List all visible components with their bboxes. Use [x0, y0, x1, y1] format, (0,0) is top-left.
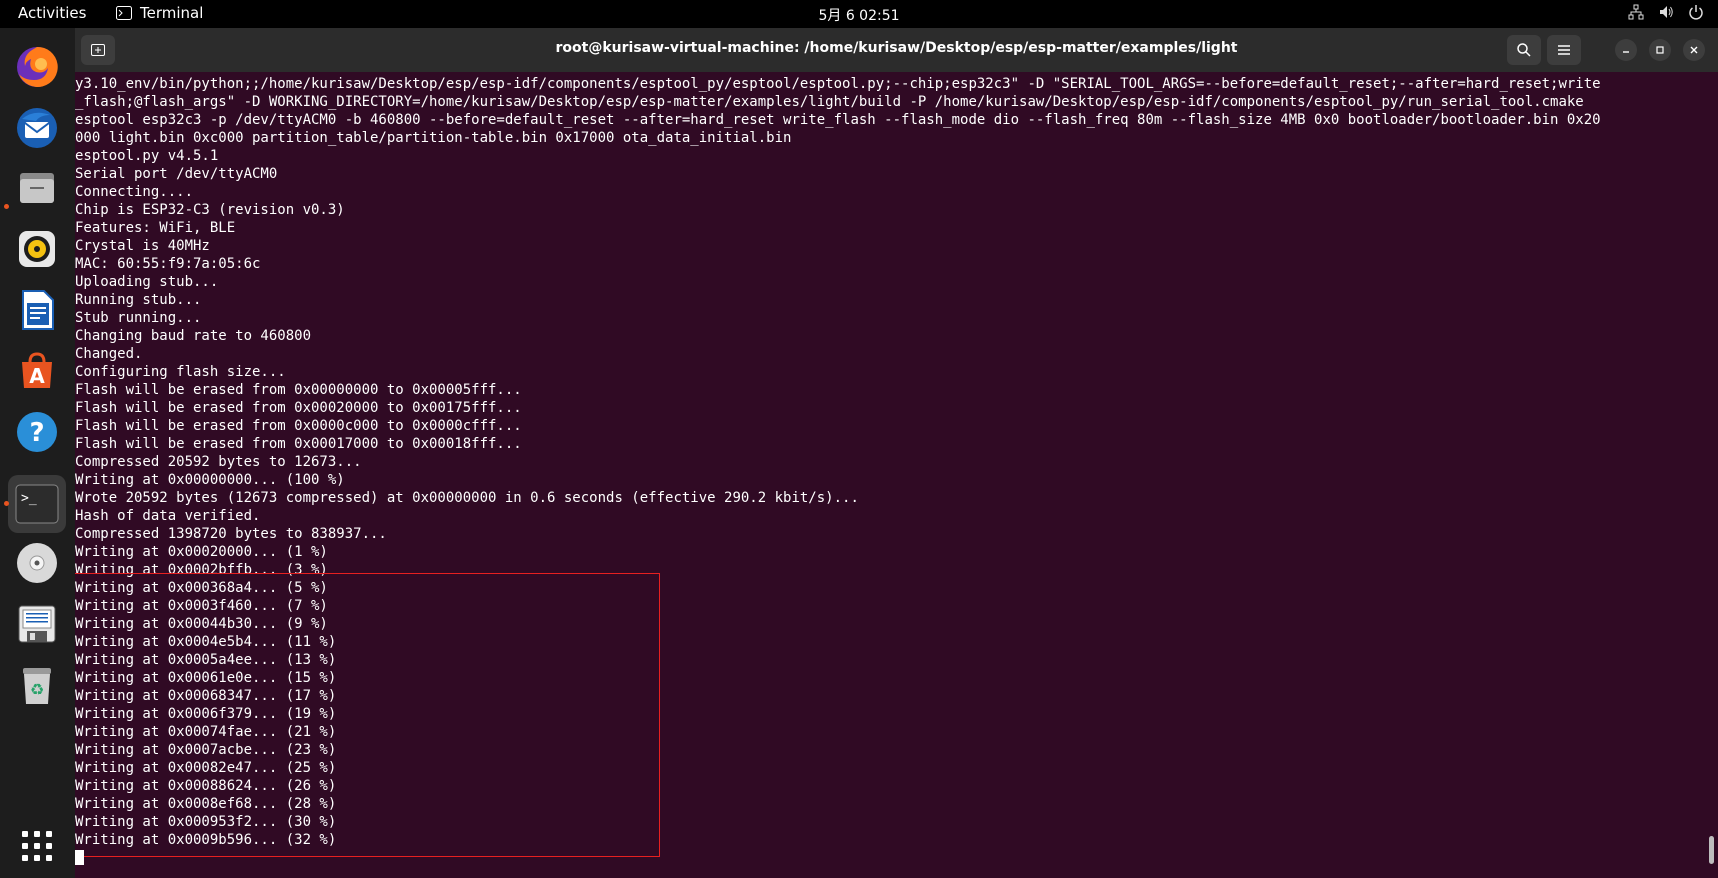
- terminal-line: Crystal is 40MHz: [75, 238, 210, 254]
- terminal-line: _flash;@flash_args" -D WORKING_DIRECTORY…: [75, 94, 1584, 110]
- floppy-icon[interactable]: [8, 595, 66, 653]
- minimize-icon: [1623, 51, 1629, 53]
- show-apps-icon[interactable]: [8, 817, 66, 875]
- terminal-line: Chip is ESP32-C3 (revision v0.3): [75, 202, 345, 218]
- top-bar: Activities Terminal 5月 6 02:51: [0, 0, 1718, 28]
- terminal-running-indicator: [4, 501, 9, 506]
- terminal-window: root@kurisaw-virtual-machine: /home/kuri…: [75, 28, 1718, 878]
- terminal-cursor: [75, 850, 84, 865]
- close-icon: [1690, 46, 1698, 54]
- terminal-line: esptool esp32c3 -p /dev/ttyACM0 -b 46080…: [75, 112, 1601, 128]
- hamburger-icon: [1558, 45, 1570, 55]
- clock[interactable]: 5月 6 02:51: [0, 5, 1718, 25]
- terminal-line: Uploading stub...: [75, 274, 219, 290]
- terminal-line: Writing at 0x00020000... (1 %): [75, 544, 328, 560]
- terminal-line: Stub running...: [75, 310, 202, 326]
- terminal-line: Wrote 20592 bytes (12673 compressed) at …: [75, 490, 859, 506]
- terminal-line: Running stub...: [75, 292, 202, 308]
- window-title: root@kurisaw-virtual-machine: /home/kuri…: [555, 40, 1238, 56]
- thunderbird-icon[interactable]: [8, 99, 66, 157]
- terminal-line: MAC: 60:55:f9:7a:05:6c: [75, 256, 261, 272]
- terminal-line: Configuring flash size...: [75, 364, 286, 380]
- terminal-line: Connecting....: [75, 184, 194, 200]
- svg-text:>_: >_: [21, 491, 37, 506]
- terminal-line: Flash will be erased from 0x0000c000 to …: [75, 418, 522, 434]
- rhythmbox-icon[interactable]: [8, 220, 66, 278]
- header-bar[interactable]: root@kurisaw-virtual-machine: /home/kuri…: [75, 28, 1718, 72]
- power-icon[interactable]: [1688, 4, 1704, 20]
- minimize-button[interactable]: [1615, 39, 1637, 61]
- writer-icon[interactable]: [8, 281, 66, 339]
- terminal-line: Flash will be erased from 0x00000000 to …: [75, 382, 522, 398]
- files-icon[interactable]: [8, 159, 66, 217]
- close-button[interactable]: [1683, 39, 1705, 61]
- terminal-line: 000 light.bin 0xc000 partition_table/par…: [75, 130, 792, 146]
- terminal-output[interactable]: y3.10_env/bin/python;;/home/kurisaw/Desk…: [75, 72, 1705, 878]
- terminal-line: esptool.py v4.5.1: [75, 148, 219, 164]
- files-running-indicator: [4, 204, 9, 209]
- system-tray[interactable]: [1628, 4, 1704, 20]
- firefox-icon[interactable]: [8, 38, 66, 96]
- terminal-line: Features: WiFi, BLE: [75, 220, 236, 236]
- terminal-line: Changed.: [75, 346, 143, 362]
- terminal-line: Hash of data verified.: [75, 508, 261, 524]
- search-icon: [1517, 43, 1531, 57]
- terminal-line: Compressed 20592 bytes to 12673...: [75, 454, 362, 470]
- terminal-line: Serial port /dev/ttyACM0: [75, 166, 278, 182]
- scrollbar[interactable]: [1709, 836, 1714, 864]
- maximize-icon: [1656, 46, 1664, 54]
- terminal-line: Changing baud rate to 460800: [75, 328, 312, 344]
- maximize-button[interactable]: [1649, 39, 1671, 61]
- terminal-line: Writing at 0x00000000... (100 %): [75, 472, 345, 488]
- terminal-line: Flash will be erased from 0x00020000 to …: [75, 400, 522, 416]
- terminal-line: Flash will be erased from 0x00017000 to …: [75, 436, 522, 452]
- highlight-box: [75, 573, 660, 857]
- svg-text:♻: ♻: [30, 680, 44, 699]
- volume-icon[interactable]: [1658, 4, 1674, 20]
- menu-button[interactable]: [1547, 35, 1581, 65]
- help-icon[interactable]: ?: [8, 403, 66, 461]
- svg-text:?: ?: [29, 418, 44, 448]
- search-button[interactable]: [1507, 35, 1541, 65]
- trash-icon[interactable]: ♻: [8, 656, 66, 714]
- terminal-line: Compressed 1398720 bytes to 838937...: [75, 526, 387, 542]
- app-center-icon[interactable]: A: [8, 342, 66, 400]
- terminal-line: y3.10_env/bin/python;;/home/kurisaw/Desk…: [75, 76, 1601, 92]
- disc-icon[interactable]: [8, 534, 66, 592]
- network-icon[interactable]: [1628, 4, 1644, 20]
- dock: A ? >_ ♻: [0, 28, 75, 878]
- terminal-icon[interactable]: >_: [8, 475, 66, 533]
- svg-text:A: A: [29, 364, 45, 388]
